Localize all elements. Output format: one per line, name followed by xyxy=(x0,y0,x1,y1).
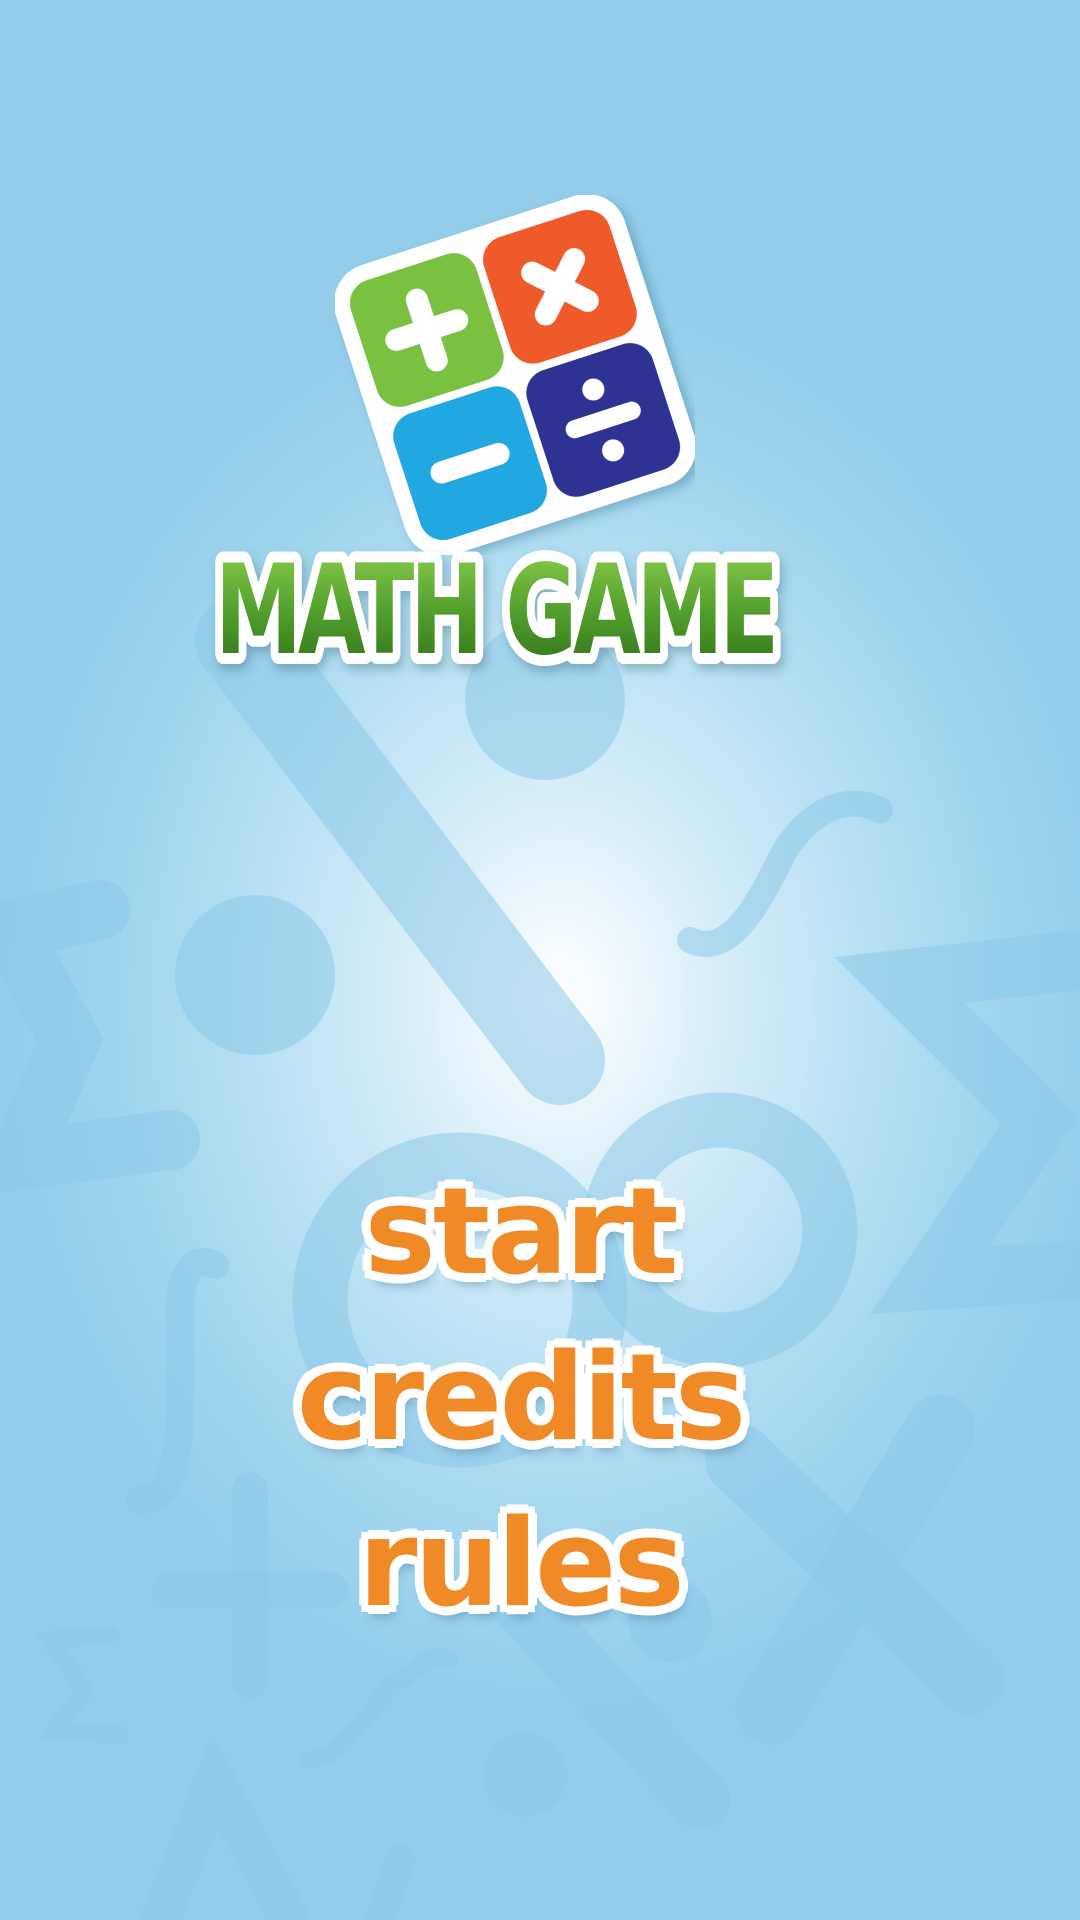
operator-tiles xyxy=(335,195,695,555)
credits-button[interactable]: credits xyxy=(297,1316,747,1482)
integral-bg xyxy=(301,1648,459,1769)
divide-dot-bg xyxy=(175,895,335,1055)
multiply-icon xyxy=(521,248,599,326)
start-button[interactable]: start xyxy=(364,1150,678,1316)
stroke-bg xyxy=(365,1845,415,1920)
game-title-text: MATH GAME xyxy=(215,539,775,683)
game-title: MATH GAME MATH GAME xyxy=(204,528,792,694)
lambda-bg xyxy=(140,1732,310,1920)
sigma-bg xyxy=(33,1626,129,1744)
integral-bg xyxy=(677,790,893,957)
main-menu: start credits rules xyxy=(0,1150,1080,1648)
sigma-bg xyxy=(0,880,200,1193)
game-logo: MATH GAME MATH GAME xyxy=(195,195,795,715)
rules-button[interactable]: rules xyxy=(358,1482,685,1648)
divide-dot-bg xyxy=(483,1733,567,1817)
